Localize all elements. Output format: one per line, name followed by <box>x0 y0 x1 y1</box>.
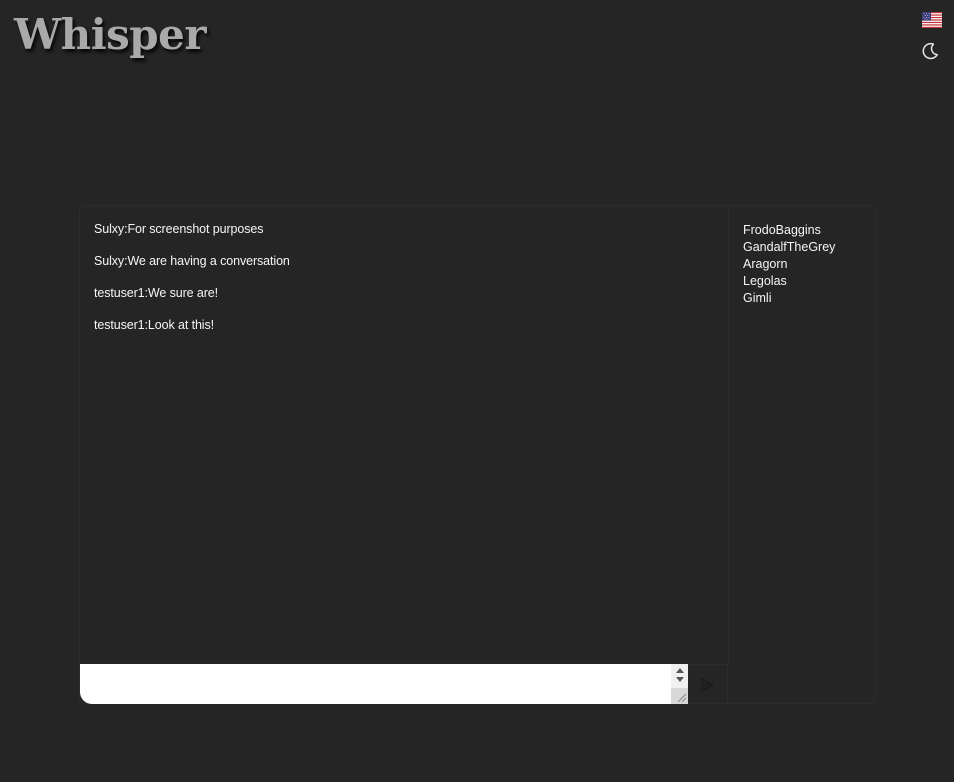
send-area <box>688 664 728 704</box>
app-logo-title: Whisper <box>14 10 207 59</box>
message-input[interactable] <box>80 664 670 704</box>
user-list-item[interactable]: Gimli <box>743 290 835 307</box>
scroll-up-arrow-icon[interactable] <box>676 668 684 673</box>
user-list-item[interactable]: FrodoBaggins <box>743 222 835 239</box>
message-item: Sulxy:For screenshot purposes <box>94 222 264 236</box>
resize-grip-icon[interactable] <box>671 688 688 704</box>
user-list-item[interactable]: Aragorn <box>743 256 835 273</box>
us-flag-icon[interactable] <box>922 12 942 28</box>
message-input-container <box>80 664 688 704</box>
moon-icon[interactable] <box>920 41 940 61</box>
message-item: testuser1:We sure are! <box>94 286 219 300</box>
send-arrow-icon[interactable] <box>699 677 715 693</box>
user-list-item[interactable]: GandalfTheGrey <box>743 239 835 256</box>
scroll-down-arrow-icon[interactable] <box>676 677 684 682</box>
message-item: Sulxy:We are having a conversation <box>94 254 290 268</box>
user-list: FrodoBaggins GandalfTheGrey Aragorn Lego… <box>743 222 835 307</box>
message-list: Sulxy:For screenshot purposes Sulxy:We a… <box>80 206 729 664</box>
message-item: testuser1:Look at this! <box>94 318 214 332</box>
chat-panel: Sulxy:For screenshot purposes Sulxy:We a… <box>79 205 876 704</box>
user-list-item[interactable]: Legolas <box>743 273 835 290</box>
input-scrollbar[interactable] <box>671 664 688 704</box>
